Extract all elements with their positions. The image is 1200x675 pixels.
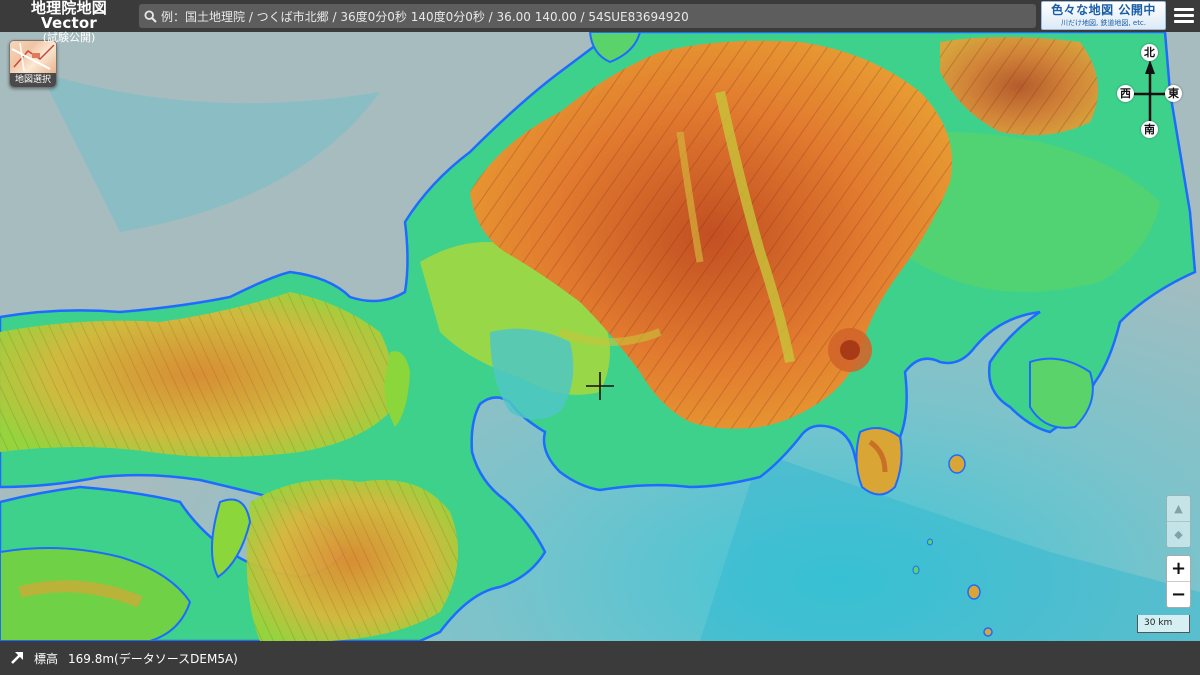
map-select-label: 地図選択 [10,73,56,87]
search-box[interactable]: 例：国土地理院 / つくば市北郷 / 36度0分0秒 140度0分0秒 / 36… [139,4,1036,28]
hamburger-menu-icon[interactable] [1173,6,1195,26]
tilt-controls: ▲ ◆ [1166,495,1191,548]
app-title-text: 地理院地図Vector [30,0,107,32]
zoom-in-button[interactable]: + [1167,556,1190,581]
zoom-out-button[interactable]: − [1167,581,1190,606]
map-canvas[interactable] [0,32,1200,641]
relief-map[interactable] [0,32,1200,641]
compass-south: 南 [1141,121,1158,138]
compass-west: 西 [1117,85,1134,102]
app-root: 地理院地図Vector (試験公開) 例：国土地理院 / つくば市北郷 / 36… [0,0,1200,675]
banner-subtitle: 川だけ地図, 鉄道地図, etc. [1060,19,1147,27]
compass[interactable]: 北 南 西 東 [1117,44,1183,140]
map-collection-banner[interactable]: 色々な地図 公開中 川だけ地図, 鉄道地図, etc. [1041,1,1166,30]
center-crosshair [586,372,614,400]
elevation-value: 169.8m(データソースDEM5A) [68,651,238,666]
footer-bar: 標高 169.8m(データソースDEM5A) [0,641,1200,675]
search-input[interactable]: 例：国土地理院 / つくば市北郷 / 36度0分0秒 140度0分0秒 / 36… [161,8,689,25]
tilt-reset-button[interactable]: ◆ [1167,521,1190,546]
compass-east: 東 [1165,85,1182,102]
map-thumbnail-icon [10,41,56,73]
tilt-up-button[interactable]: ▲ [1167,496,1190,521]
elevation-label: 標高 [34,651,59,666]
map-select-button[interactable]: 地図選択 [9,40,57,88]
search-icon[interactable] [139,5,161,27]
banner-title: 色々な地図 公開中 [1051,3,1156,17]
app-title[interactable]: 地理院地図Vector (試験公開) [4,0,134,44]
zoom-controls: + − [1166,555,1191,608]
compass-north: 北 [1141,44,1158,61]
expand-arrow-icon[interactable] [2,643,32,673]
app-subtitle: (試験公開) [42,31,96,44]
header-bar: 地理院地図Vector (試験公開) 例：国土地理院 / つくば市北郷 / 36… [0,0,1200,43]
scale-bar: 30 km [1137,615,1190,633]
